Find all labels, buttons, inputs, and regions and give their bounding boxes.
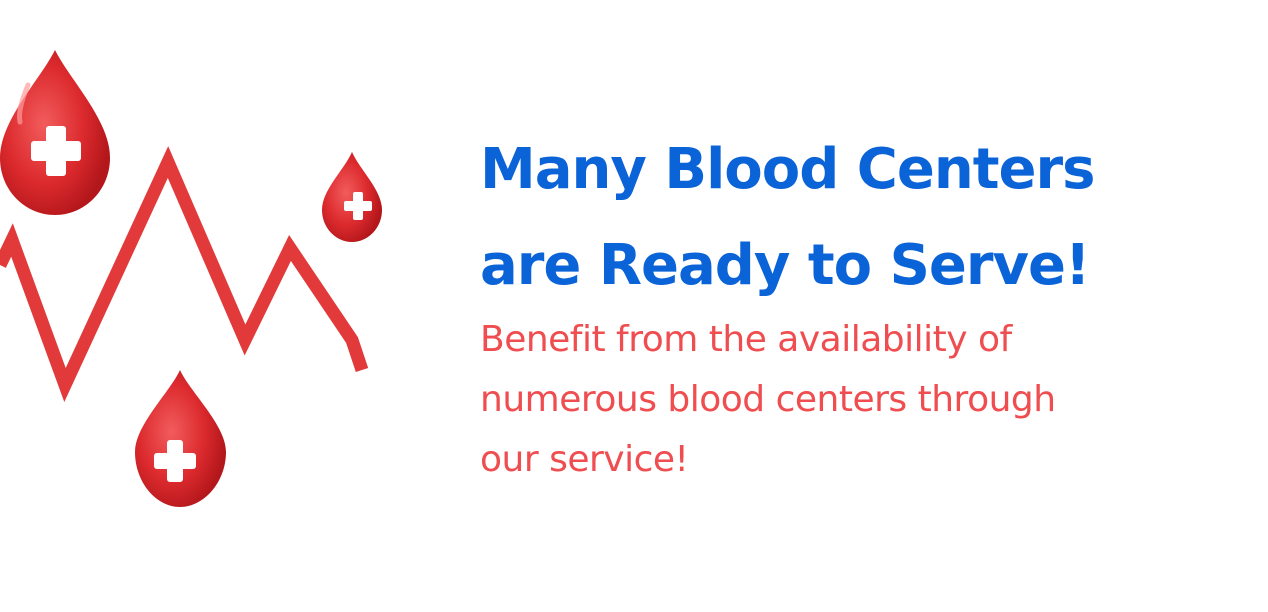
page-title: Many Blood Centers are Ready to Serve! [480, 122, 1220, 314]
subtitle-line: numerous blood centers through [480, 379, 1056, 420]
headline-line: Many Blood Centers [480, 137, 1095, 202]
blood-centers-section: Many Blood Centers are Ready to Serve! B… [0, 0, 1268, 612]
blood-drop-cross-icon [135, 370, 226, 507]
blood-drop-cross-icon [0, 50, 110, 215]
subtitle-line: Benefit from the availability of [480, 319, 1012, 360]
illustration-svg [0, 50, 382, 507]
subtitle-text: Benefit from the availability of numerou… [480, 310, 1220, 490]
promo-text-block: Many Blood Centers are Ready to Serve! B… [480, 122, 1220, 490]
headline-line: are Ready to Serve! [480, 233, 1091, 298]
subtitle-line: our service! [480, 439, 689, 480]
blood-drop-cross-icon [322, 152, 382, 242]
blood-donation-illustration [0, 40, 400, 520]
